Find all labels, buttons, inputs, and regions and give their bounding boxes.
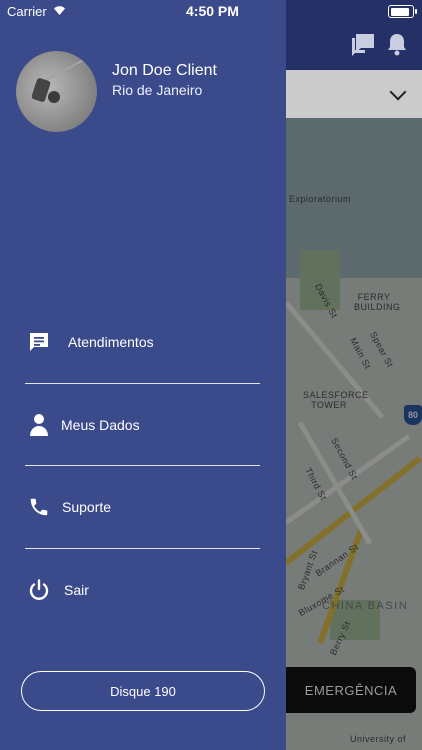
- user-name: Jon Doe Client: [112, 62, 217, 79]
- menu-item-label: Suporte: [62, 499, 112, 515]
- power-icon: [24, 575, 54, 605]
- chat-icon: [24, 327, 54, 357]
- menu-item-label: Atendimentos: [68, 334, 154, 350]
- status-time: 4:50 PM: [186, 3, 239, 19]
- avatar[interactable]: [16, 51, 97, 132]
- menu-divider: [25, 548, 260, 549]
- person-icon: [24, 410, 54, 440]
- menu-item-label: Meus Dados: [61, 417, 140, 433]
- menu-item-sair[interactable]: Sair: [24, 570, 260, 610]
- wifi-icon: [52, 4, 67, 19]
- status-bar: Carrier 4:50 PM: [0, 0, 422, 22]
- phone-icon: [24, 492, 54, 522]
- disque-190-button[interactable]: Disque 190: [21, 671, 265, 711]
- side-drawer: Jon Doe Client Rio de Janeiro Atendiment…: [0, 0, 286, 750]
- emergency-button[interactable]: EMERGÊNCIA: [286, 667, 416, 713]
- menu-divider: [25, 465, 260, 466]
- bell-icon[interactable]: [386, 32, 408, 61]
- carrier-label: Carrier: [7, 4, 47, 19]
- battery-icon: [388, 5, 417, 18]
- menu-item-meus-dados[interactable]: Meus Dados: [24, 405, 260, 445]
- menu-item-atendimentos[interactable]: Atendimentos: [24, 322, 260, 362]
- menu-divider: [25, 383, 260, 384]
- menu-item-suporte[interactable]: Suporte: [24, 487, 260, 527]
- user-city: Rio de Janeiro: [112, 82, 203, 98]
- messages-icon[interactable]: [350, 32, 376, 61]
- menu-item-label: Sair: [64, 582, 89, 598]
